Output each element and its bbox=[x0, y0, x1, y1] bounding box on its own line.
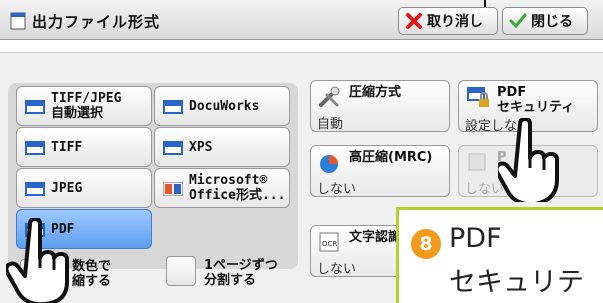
office-file-icon bbox=[163, 182, 183, 196]
split-pages-label: 1ページずつ 分割する bbox=[204, 258, 278, 288]
close-button[interactable]: 閉じる bbox=[502, 7, 588, 35]
disabled-option-icon bbox=[468, 153, 486, 171]
compression-value: 自動 bbox=[317, 117, 344, 132]
xps-file-icon bbox=[163, 141, 183, 155]
ocr-value: しない bbox=[317, 262, 357, 277]
split-pages-label-line1: 1ページずつ bbox=[204, 258, 278, 273]
format-label-line1: Microsoft® bbox=[189, 173, 268, 188]
pdf-security-title-line1: PDF bbox=[497, 85, 527, 100]
mrc-icon bbox=[320, 155, 338, 173]
format-ms-office[interactable]: Microsoft® Office形式... bbox=[154, 168, 290, 208]
format-label: TIFF bbox=[51, 140, 83, 155]
compression-title: 圧縮方式 bbox=[349, 85, 402, 100]
docuworks-file-icon bbox=[163, 100, 183, 114]
close-label: 閉じる bbox=[531, 14, 573, 30]
tiff-jpeg-file-icon bbox=[25, 100, 45, 114]
callout-box: 8 PDF セキュリテ bbox=[396, 207, 603, 303]
ocr-title: 文字認識 bbox=[349, 230, 402, 245]
high-compression-value: しない bbox=[317, 182, 357, 197]
jpeg-file-icon bbox=[25, 182, 45, 196]
callout-text-line2: セキュリテ bbox=[449, 267, 584, 298]
format-jpeg[interactable]: JPEG bbox=[16, 168, 152, 208]
format-label: JPEG bbox=[51, 181, 83, 196]
format-tiff[interactable]: TIFF bbox=[16, 127, 152, 167]
pdf-lock-icon bbox=[467, 87, 489, 107]
tiff-file-icon bbox=[25, 141, 45, 155]
ocr-icon: OCR bbox=[319, 232, 339, 252]
callout-text-line1: PDF bbox=[449, 223, 502, 254]
cancel-label: 取り消し bbox=[427, 14, 483, 30]
format-label-line2: Office形式... bbox=[189, 188, 286, 203]
svg-text:OCR: OCR bbox=[322, 240, 337, 248]
format-docuworks[interactable]: DocuWorks bbox=[154, 86, 290, 126]
split-pages-checkbox[interactable] bbox=[166, 256, 196, 286]
pdf-security-title: PDF セキュリティ bbox=[497, 85, 574, 115]
format-xps[interactable]: XPS bbox=[154, 127, 290, 167]
pointing-hand-icon bbox=[498, 118, 559, 202]
pdf-security-title-line2: セキュリティ bbox=[497, 100, 575, 115]
pointing-hand-icon bbox=[6, 218, 69, 303]
split-pages-label-line2: 分割する bbox=[204, 273, 257, 288]
high-compression-button[interactable]: 高圧縮(MRC) しない bbox=[310, 145, 450, 197]
cancel-button[interactable]: 取り消し bbox=[398, 7, 498, 35]
compression-button[interactable]: 圧縮方式 自動 bbox=[310, 80, 450, 132]
document-icon bbox=[10, 12, 26, 30]
checkmark-icon bbox=[509, 13, 527, 29]
tools-icon bbox=[319, 86, 340, 107]
format-label: XPS bbox=[189, 140, 213, 155]
format-tiff-jpeg-auto[interactable]: TIFF/JPEG 自動選択 bbox=[16, 86, 152, 126]
format-label-line2: 自動選択 bbox=[51, 106, 104, 121]
page-title: 出力ファイル形式 bbox=[32, 13, 161, 31]
close-x-icon bbox=[406, 13, 422, 29]
format-label-line1: TIFF/JPEG bbox=[51, 91, 122, 106]
step-number-badge: 8 bbox=[411, 229, 441, 259]
format-label: DocuWorks bbox=[189, 99, 260, 114]
high-compression-title: 高圧縮(MRC) bbox=[349, 150, 433, 165]
